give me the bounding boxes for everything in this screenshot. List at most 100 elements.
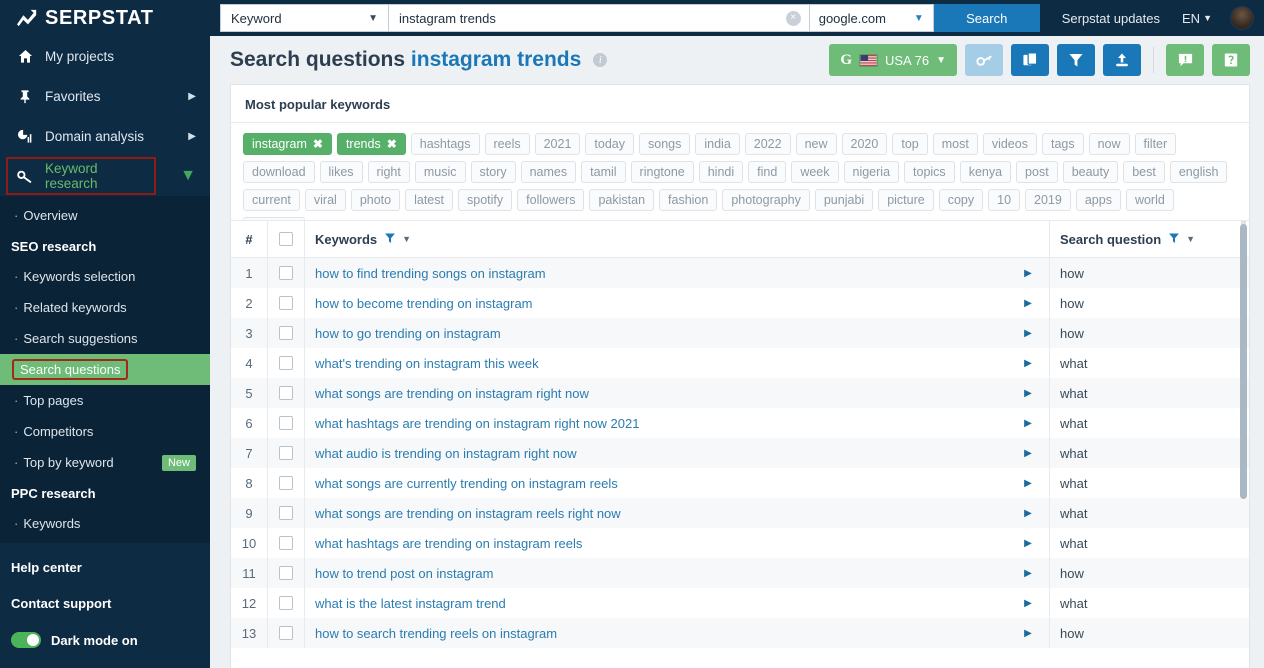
keyword-tag[interactable]: download — [243, 161, 315, 183]
info-icon[interactable]: i — [593, 53, 608, 67]
keyword-link[interactable]: what audio is trending on instagram righ… — [315, 446, 577, 461]
help-button[interactable] — [1212, 44, 1250, 76]
sidebar-item-search-suggestions[interactable]: · Search suggestions — [0, 323, 210, 354]
keyword-tag[interactable]: photo — [350, 189, 401, 211]
keyword-tag[interactable]: viral — [304, 189, 346, 211]
keyword-link[interactable]: what hashtags are trending on instagram … — [315, 416, 639, 431]
header-search-question[interactable]: Search question ▼ — [1049, 221, 1249, 257]
row-checkbox[interactable] — [279, 266, 293, 280]
expand-triangle-icon[interactable]: ▶ — [1024, 538, 1032, 549]
row-checkbox[interactable] — [279, 296, 293, 310]
keyword-tag[interactable]: 2021 — [534, 133, 581, 155]
keyword-tag[interactable]: 10 — [988, 189, 1021, 211]
row-checkbox[interactable] — [279, 476, 293, 490]
search-type-select[interactable]: Keyword ▼ — [220, 4, 388, 32]
keyword-link[interactable]: what hashtags are trending on instagram … — [315, 536, 582, 551]
keyword-tag[interactable]: story — [470, 161, 516, 183]
keyword-tag[interactable]: 2019 — [1025, 189, 1071, 211]
row-checkbox-cell[interactable] — [267, 558, 305, 588]
dark-mode-row[interactable]: Dark mode on — [0, 621, 210, 659]
sidebar-item-help-center[interactable]: Help center — [0, 549, 210, 585]
keyword-tag[interactable]: today — [585, 133, 634, 155]
vertical-scrollbar[interactable] — [1240, 224, 1247, 499]
keyword-tag[interactable]: apps — [1075, 189, 1121, 211]
search-button[interactable]: Search — [933, 4, 1040, 32]
keyword-tag-selected[interactable]: instagram ✖ — [243, 133, 332, 155]
header-select-all[interactable] — [267, 221, 305, 257]
select-all-checkbox[interactable] — [279, 232, 293, 246]
keyword-link[interactable]: what songs are trending on instagram rig… — [315, 386, 589, 401]
keyword-tag[interactable]: copy — [938, 189, 984, 211]
sidebar-item-keywords-selection[interactable]: · Keywords selection — [0, 261, 210, 292]
row-expand-cell[interactable]: ▶ — [1007, 558, 1049, 588]
chevron-down-icon[interactable]: ▼ — [180, 167, 196, 185]
row-checkbox[interactable] — [279, 416, 293, 430]
sidebar-item-competitors[interactable]: · Competitors — [0, 416, 210, 447]
sidebar-item-my-projects[interactable]: My projects — [0, 36, 210, 76]
keyword-tag[interactable]: followers — [517, 189, 585, 211]
sidebar-item-favorites[interactable]: Favorites ▶ — [0, 76, 210, 116]
keyword-tag[interactable]: names — [520, 161, 577, 183]
language-select[interactable]: EN ▼ — [1182, 11, 1212, 26]
sort-chevron-down-icon[interactable]: ▼ — [402, 234, 411, 244]
table-row[interactable]: 8 what songs are currently trending on in… — [231, 468, 1249, 498]
keyword-tag[interactable]: world — [1125, 189, 1174, 211]
keyword-tag[interactable]: right — [367, 161, 410, 183]
row-checkbox-cell[interactable] — [267, 588, 305, 618]
sort-chevron-down-icon[interactable]: ▼ — [1186, 234, 1195, 244]
table-row[interactable]: 13 how to search trending reels on instag… — [231, 618, 1249, 648]
keyword-tag[interactable]: find — [748, 161, 787, 183]
feedback-button[interactable] — [1166, 44, 1204, 76]
clear-search-icon[interactable]: × — [785, 10, 801, 26]
sidebar-item-related-keywords[interactable]: · Related keywords — [0, 292, 210, 323]
keyword-tag[interactable]: likes — [319, 161, 363, 183]
table-row[interactable]: 5 what songs are trending on instagram ri… — [231, 378, 1249, 408]
expand-triangle-icon[interactable]: ▶ — [1024, 358, 1032, 369]
keyword-tag[interactable]: latest — [405, 189, 453, 211]
keyword-tag[interactable]: post — [1016, 161, 1058, 183]
keyword-link[interactable]: what songs are currently trending on ins… — [315, 476, 618, 491]
row-checkbox[interactable] — [279, 566, 293, 580]
keyword-link[interactable]: how to go trending on instagram — [315, 326, 501, 341]
filter-funnel-icon[interactable] — [1168, 232, 1180, 247]
logo[interactable]: SERPSTAT — [0, 0, 210, 36]
keyword-link[interactable]: how to become trending on instagram — [315, 296, 533, 311]
row-checkbox-cell[interactable] — [267, 468, 305, 498]
row-expand-cell[interactable]: ▶ — [1007, 468, 1049, 498]
expand-triangle-icon[interactable]: ▶ — [1024, 448, 1032, 459]
keyword-tag[interactable]: new — [795, 133, 837, 155]
keyword-tag[interactable]: india — [695, 133, 740, 155]
table-row[interactable]: 12 what is the latest instagram trend ▶ wha… — [231, 588, 1249, 618]
keyword-tag[interactable]: spotify — [458, 189, 513, 211]
table-row[interactable]: 6 what hashtags are trending on instagram… — [231, 408, 1249, 438]
table-row[interactable]: 3 how to go trending on instagram ▶ how — [231, 318, 1249, 348]
keyword-tag[interactable]: photography — [722, 189, 810, 211]
keyword-tag[interactable]: tags — [1041, 133, 1084, 155]
table-row[interactable]: 2 how to become trending on instagram ▶ how — [231, 288, 1249, 318]
sidebar-item-keyword-research[interactable]: Keyword research — [6, 157, 156, 195]
keyword-tag[interactable]: topics — [904, 161, 955, 183]
row-expand-cell[interactable]: ▶ — [1007, 618, 1049, 648]
keyword-tag[interactable]: picture — [878, 189, 934, 211]
keyword-tag[interactable]: ringtone — [630, 161, 694, 183]
remove-tag-icon[interactable]: ✖ — [313, 137, 323, 151]
row-expand-cell[interactable]: ▶ — [1007, 528, 1049, 558]
filter-button[interactable] — [1057, 44, 1095, 76]
keyword-tag[interactable]: songs — [639, 133, 691, 155]
sidebar-item-ppc-keywords[interactable]: · Keywords — [0, 508, 210, 539]
export-button[interactable] — [1103, 44, 1141, 76]
expand-triangle-icon[interactable]: ▶ — [1024, 478, 1032, 489]
table-row[interactable]: 4 what's trending on instagram this week ▶… — [231, 348, 1249, 378]
row-checkbox-cell[interactable] — [267, 498, 305, 528]
expand-triangle-icon[interactable]: ▶ — [1024, 298, 1032, 309]
keyword-tag-selected[interactable]: trends ✖ — [336, 133, 406, 155]
row-checkbox-cell[interactable] — [267, 348, 305, 378]
keyword-link[interactable]: what songs are trending on instagram ree… — [315, 506, 621, 521]
sidebar-item-search-questions[interactable]: Search questions — [0, 354, 210, 385]
search-input[interactable]: instagram trends × — [388, 4, 810, 32]
row-checkbox[interactable] — [279, 446, 293, 460]
expand-triangle-icon[interactable]: ▶ — [1024, 628, 1032, 639]
row-checkbox[interactable] — [279, 536, 293, 550]
row-checkbox-cell[interactable] — [267, 528, 305, 558]
keyword-link[interactable]: what's trending on instagram this week — [315, 356, 539, 371]
